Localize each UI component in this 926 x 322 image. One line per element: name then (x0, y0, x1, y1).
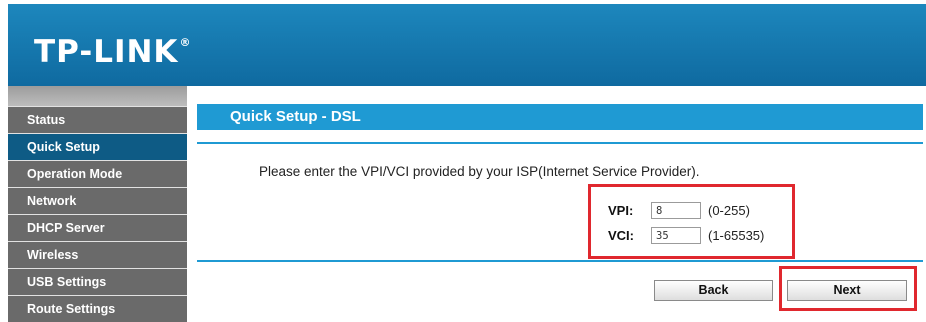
vpi-input[interactable] (651, 202, 701, 219)
header-banner: TP-LINK® (8, 4, 926, 86)
sidebar-item-wireless[interactable]: Wireless (8, 242, 187, 268)
sidebar-item-route-settings[interactable]: Route Settings (8, 296, 187, 322)
vpi-label: VPI: (608, 203, 634, 218)
brand-name: TP-LINK (34, 34, 179, 70)
next-button[interactable]: Next (787, 280, 907, 301)
page-title: Quick Setup - DSL (230, 108, 361, 125)
vpi-vci-highlight-box (588, 184, 795, 259)
sidebar-item-operation-mode[interactable]: Operation Mode (8, 161, 187, 187)
registered-mark: ® (179, 36, 192, 49)
vci-input[interactable] (651, 227, 701, 244)
sidebar-top-bar (8, 86, 187, 106)
sidebar-item-network[interactable]: Network (8, 188, 187, 214)
sidebar-item-quick-setup[interactable]: Quick Setup (8, 134, 187, 160)
bottom-divider (197, 260, 923, 262)
top-divider (197, 142, 923, 144)
vci-range: (1-65535) (708, 228, 765, 243)
sidebar-item-usb-settings[interactable]: USB Settings (8, 269, 187, 295)
vpi-range: (0-255) (708, 203, 750, 218)
page-title-bar: Quick Setup - DSL (197, 104, 923, 130)
back-button[interactable]: Back (654, 280, 773, 301)
sidebar-menu: Status Quick Setup Operation Mode Networ… (8, 86, 187, 322)
instruction-text: Please enter the VPI/VCI provided by you… (259, 164, 700, 179)
main-content: Quick Setup - DSL Please enter the VPI/V… (189, 86, 926, 322)
vci-label: VCI: (608, 228, 634, 243)
tp-link-logo: TP-LINK® (34, 34, 191, 70)
sidebar-item-dhcp-server[interactable]: DHCP Server (8, 215, 187, 241)
sidebar-item-status[interactable]: Status (8, 107, 187, 133)
